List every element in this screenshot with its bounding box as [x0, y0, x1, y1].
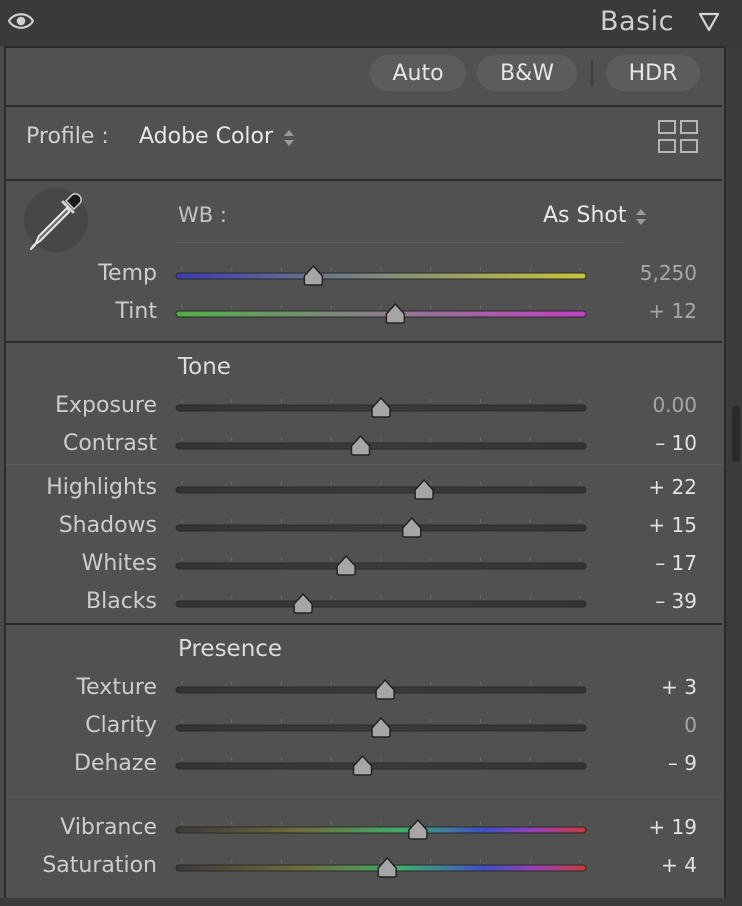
texture-row: Texture + 3: [0, 673, 742, 707]
divider: [6, 623, 722, 625]
shadows-row: Shadows + 15: [0, 511, 742, 545]
slider-track: [175, 442, 587, 450]
slider-value[interactable]: + 4: [661, 853, 697, 877]
whites-row: Whites – 17: [0, 549, 742, 583]
texture-slider[interactable]: [168, 673, 594, 707]
clarity-slider[interactable]: [168, 711, 594, 745]
panel-bottom-edge: [0, 898, 742, 906]
vibrance-slider[interactable]: [168, 813, 594, 847]
whites-slider[interactable]: [168, 549, 594, 583]
presence-heading: Presence: [178, 636, 283, 662]
blacks-row: Blacks – 39: [0, 587, 742, 621]
divider: [6, 105, 722, 107]
slider-value[interactable]: + 3: [661, 675, 697, 699]
dehaze-slider[interactable]: [168, 749, 594, 783]
slider-value[interactable]: – 39: [655, 589, 697, 613]
eyedropper-icon: [30, 193, 82, 250]
slider-thumb: [402, 516, 422, 538]
exposure-row: Exposure 0.00: [0, 391, 742, 425]
clarity-row: Clarity 0: [0, 711, 742, 745]
slider-label: Shadows: [58, 513, 157, 538]
triangle-down-icon[interactable]: [698, 12, 720, 32]
slider-track: [175, 310, 587, 318]
slider-thumb: [336, 554, 356, 576]
panel-header[interactable]: Basic: [0, 0, 742, 46]
slider-value[interactable]: – 10: [655, 431, 697, 455]
slider-thumb: [350, 434, 371, 456]
slider-label: Whites: [81, 551, 157, 576]
group-separator: [6, 796, 722, 797]
wb-selector-button[interactable]: [24, 188, 88, 252]
slider-label: Vibrance: [60, 815, 157, 840]
updown-arrow-icon[interactable]: [283, 128, 295, 148]
vibrance-row: Vibrance + 19: [0, 813, 742, 847]
slider-track: [175, 600, 587, 608]
slider-value[interactable]: – 9: [668, 751, 697, 775]
temp-row: Temp 5,250: [0, 259, 742, 293]
tint-row: Tint + 12: [0, 297, 742, 331]
shadows-slider[interactable]: [168, 511, 594, 545]
slider-track: [175, 826, 587, 834]
updown-arrow-icon[interactable]: [635, 207, 647, 227]
slider-thumb: [303, 264, 324, 286]
slider-label: Clarity: [85, 713, 157, 738]
divider: [6, 341, 722, 343]
slider-thumb: [375, 678, 395, 700]
profile-label: Profile :: [26, 124, 109, 149]
slider-label: Temp: [98, 261, 157, 286]
tone-heading: Tone: [178, 354, 231, 380]
saturation-row: Saturation + 4: [0, 851, 742, 885]
slider-label: Highlights: [46, 475, 157, 500]
slider-value[interactable]: – 17: [655, 551, 697, 575]
slider-value[interactable]: + 22: [648, 475, 697, 499]
profile-browser-grid-icon[interactable]: [658, 120, 698, 154]
slider-label: Tint: [115, 299, 157, 324]
slider-track: [175, 762, 587, 770]
slider-label: Blacks: [86, 589, 157, 614]
slider-thumb: [352, 754, 373, 776]
contrast-row: Contrast – 10: [0, 429, 742, 463]
divider: [6, 179, 722, 181]
dehaze-row: Dehaze – 9: [0, 749, 742, 783]
slider-value[interactable]: + 19: [648, 815, 697, 839]
highlights-slider[interactable]: [168, 473, 594, 507]
temp-slider[interactable]: [168, 259, 594, 293]
slider-thumb: [371, 396, 391, 418]
slider-thumb: [385, 302, 406, 324]
button-separator: [591, 60, 593, 86]
highlights-row: Highlights + 22: [0, 473, 742, 507]
slider-track: [175, 524, 587, 532]
slider-value[interactable]: + 12: [648, 299, 697, 323]
wb-select[interactable]: As Shot: [543, 203, 627, 228]
auto-button[interactable]: Auto: [370, 55, 466, 91]
bw-button[interactable]: B&W: [477, 55, 577, 91]
slider-value[interactable]: 0.00: [652, 393, 697, 417]
profile-select[interactable]: Adobe Color: [139, 124, 273, 149]
slider-track: [175, 272, 587, 280]
wb-label: WB :: [178, 203, 227, 227]
exposure-slider[interactable]: [168, 391, 594, 425]
group-separator: [6, 464, 722, 465]
contrast-slider[interactable]: [168, 429, 594, 463]
slider-value[interactable]: 5,250: [640, 261, 697, 285]
panel-title[interactable]: Basic: [600, 6, 674, 37]
wb-underline: [176, 242, 624, 243]
slider-value[interactable]: 0: [684, 713, 697, 737]
slider-label: Texture: [76, 675, 157, 700]
slider-thumb: [408, 818, 428, 840]
slider-thumb: [293, 592, 313, 614]
slider-thumb: [371, 716, 391, 738]
slider-label: Saturation: [42, 853, 157, 878]
saturation-slider[interactable]: [168, 851, 594, 885]
eye-icon[interactable]: [8, 10, 34, 32]
slider-label: Dehaze: [74, 751, 157, 776]
slider-track: [175, 562, 587, 570]
hdr-button[interactable]: HDR: [606, 55, 700, 91]
slider-label: Contrast: [62, 431, 157, 456]
slider-track: [175, 486, 587, 494]
slider-label: Exposure: [55, 393, 157, 418]
blacks-slider[interactable]: [168, 587, 594, 621]
slider-value[interactable]: + 15: [648, 513, 697, 537]
tint-slider[interactable]: [168, 297, 594, 331]
